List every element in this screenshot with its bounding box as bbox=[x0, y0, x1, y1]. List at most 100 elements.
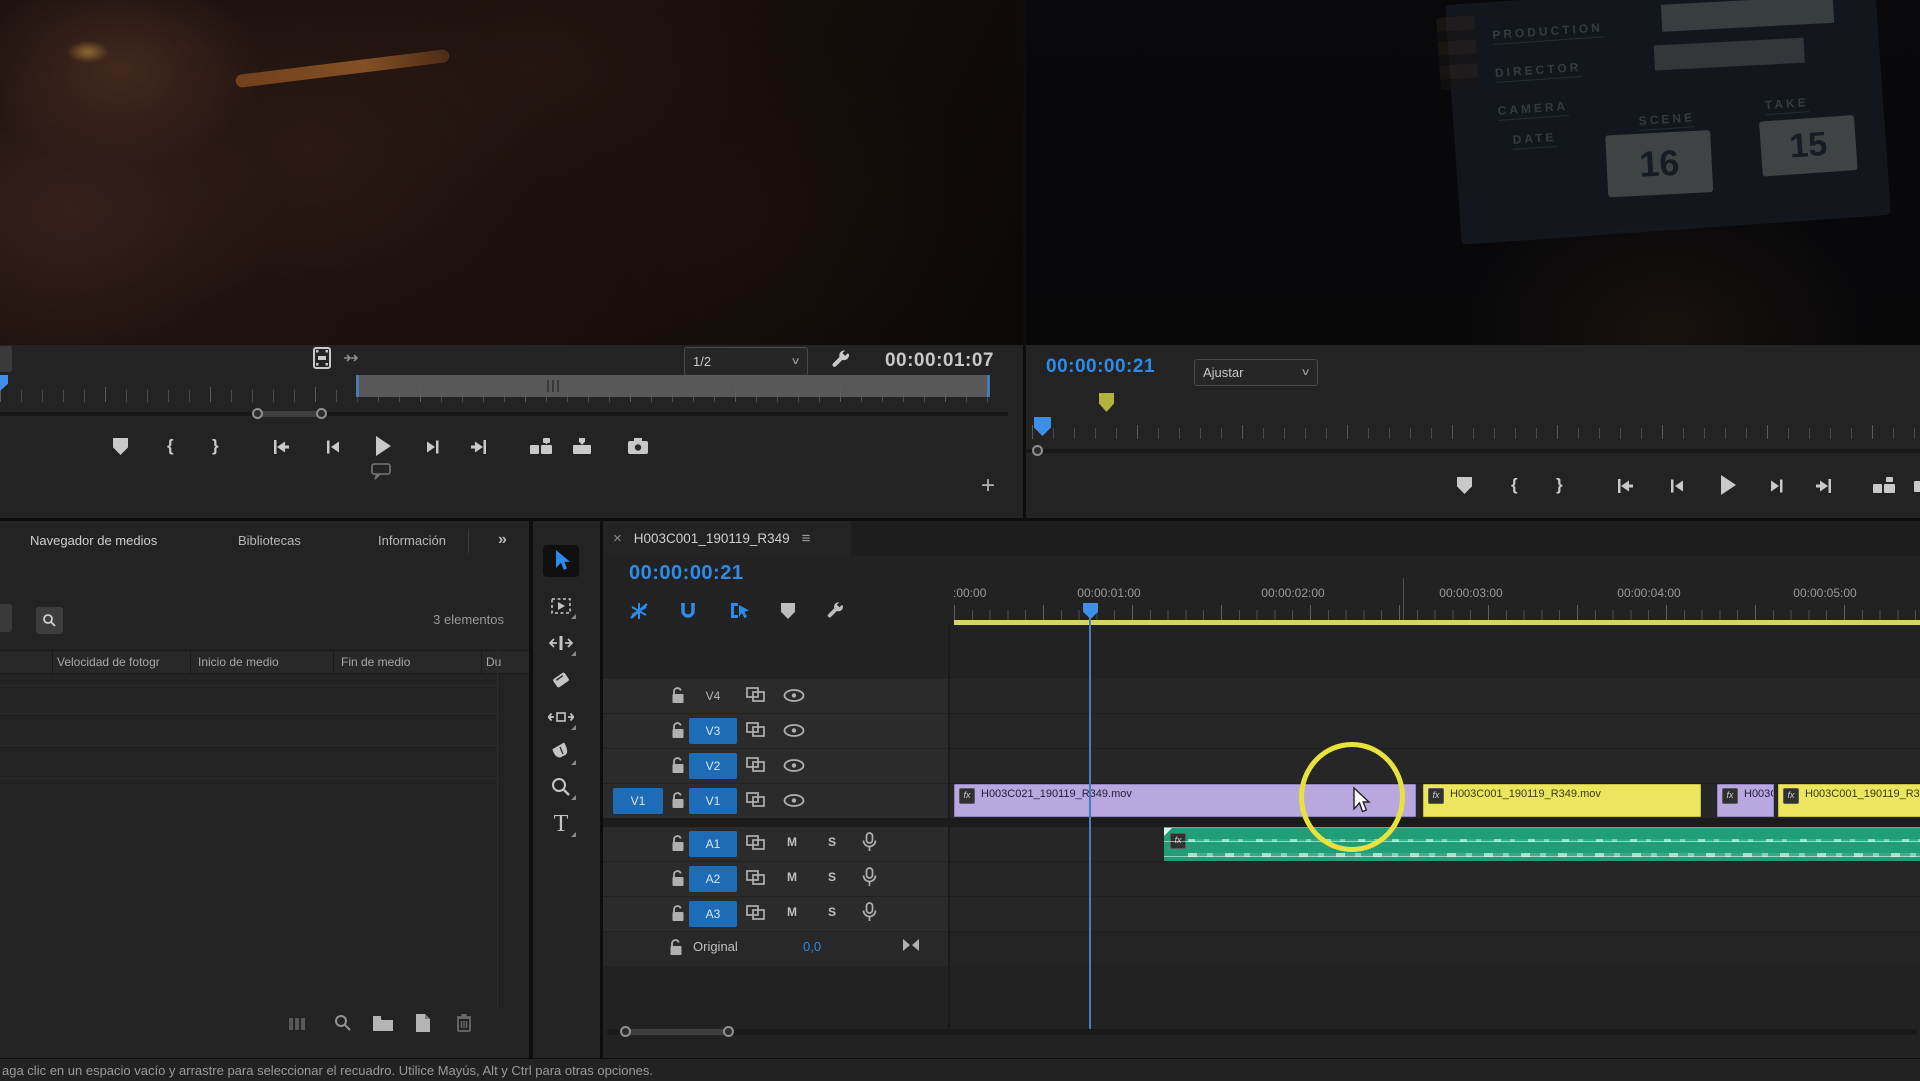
drag-audio-icon[interactable] bbox=[342, 350, 362, 366]
clip-v1-3[interactable]: fx H003C001_190119_R349.mov bbox=[1717, 784, 1774, 817]
source-scrollbar-track[interactable] bbox=[0, 412, 1008, 416]
partial-button[interactable] bbox=[0, 604, 12, 632]
sync-lock-icon[interactable] bbox=[746, 905, 766, 920]
mark-out-icon[interactable]: } bbox=[212, 436, 219, 456]
solo-button-a1[interactable]: S bbox=[828, 835, 836, 849]
new-bin-icon[interactable] bbox=[372, 1015, 394, 1032]
trash-icon[interactable] bbox=[456, 1013, 472, 1032]
find-button[interactable] bbox=[36, 607, 63, 634]
timeline-ruler[interactable]: :00:00 00:00:01:00 00:00:02:00 00:00:03:… bbox=[949, 578, 1920, 625]
sync-lock-icon[interactable] bbox=[746, 792, 766, 807]
sync-lock-icon[interactable] bbox=[746, 722, 766, 737]
tool-ripple-edit[interactable] bbox=[543, 628, 579, 658]
track-button-v2[interactable]: V2 bbox=[689, 753, 737, 779]
track-button-v4[interactable]: V4 bbox=[689, 683, 737, 709]
settings-wrench-icon[interactable] bbox=[830, 349, 852, 371]
marker-icon[interactable] bbox=[1457, 477, 1472, 494]
tab-navegador-de-medios[interactable]: Navegador de medios bbox=[30, 533, 157, 548]
av-divider[interactable] bbox=[603, 818, 1920, 827]
track-lane-a3[interactable] bbox=[949, 897, 1920, 932]
play-icon[interactable] bbox=[372, 434, 394, 458]
track-button-v1[interactable]: V1 bbox=[689, 788, 737, 814]
track-button-v3[interactable]: V3 bbox=[689, 718, 737, 744]
mute-button-a3[interactable]: M bbox=[787, 905, 797, 919]
step-back-icon[interactable] bbox=[1667, 477, 1687, 495]
eye-icon[interactable] bbox=[783, 759, 805, 772]
mark-out-icon[interactable]: } bbox=[1556, 475, 1563, 495]
program-zoom-select[interactable]: Ajustar ∨ bbox=[1194, 359, 1318, 386]
export-frame-icon[interactable] bbox=[626, 436, 650, 456]
timeline-scrollbar-right-knob[interactable] bbox=[723, 1026, 734, 1037]
timeline-scrollbar-left-knob[interactable] bbox=[620, 1026, 631, 1037]
source-scrollbar-segment[interactable] bbox=[258, 411, 322, 417]
sequence-marker[interactable] bbox=[1099, 393, 1114, 412]
track-button-a2[interactable]: A2 bbox=[689, 866, 737, 892]
sync-lock-icon[interactable] bbox=[746, 687, 766, 702]
drag-video-icon[interactable] bbox=[311, 346, 333, 370]
mark-in-icon[interactable]: { bbox=[1511, 475, 1518, 495]
go-to-in-icon[interactable] bbox=[1614, 477, 1636, 495]
lock-icon[interactable] bbox=[671, 905, 685, 922]
solo-button-a2[interactable]: S bbox=[828, 870, 836, 884]
step-back-icon[interactable] bbox=[323, 438, 343, 456]
sync-lock-icon[interactable] bbox=[746, 835, 766, 850]
lock-icon[interactable] bbox=[669, 939, 683, 956]
program-scrollbar-knob[interactable] bbox=[1032, 445, 1043, 456]
export-frame-icon[interactable] bbox=[1871, 475, 1897, 495]
nest-toggle-icon[interactable] bbox=[629, 601, 649, 621]
eye-icon[interactable] bbox=[783, 724, 805, 737]
lock-icon[interactable] bbox=[671, 792, 685, 809]
program-scrollbar-track[interactable] bbox=[1026, 449, 1920, 453]
clip-v1-2[interactable]: fx H003C001_190119_R349.mov bbox=[1423, 784, 1701, 817]
comment-icon[interactable] bbox=[370, 462, 392, 480]
eye-icon[interactable] bbox=[783, 794, 805, 807]
tool-track-select[interactable] bbox=[543, 591, 579, 621]
more-tabs-icon[interactable]: » bbox=[498, 531, 507, 549]
mark-in-icon[interactable]: { bbox=[167, 436, 174, 456]
track-button-a3[interactable]: A3 bbox=[689, 901, 737, 927]
source-scrollbar-left-knob[interactable] bbox=[252, 408, 263, 419]
play-icon[interactable] bbox=[1717, 473, 1739, 497]
source-zoom-select[interactable]: 1/2 ∨ bbox=[684, 347, 808, 376]
source-scrollbar-right-knob[interactable] bbox=[316, 408, 327, 419]
marker-icon[interactable] bbox=[113, 438, 128, 455]
marker-icon[interactable] bbox=[781, 603, 795, 619]
mute-button-a2[interactable]: M bbox=[787, 870, 797, 884]
close-icon[interactable]: × bbox=[613, 530, 622, 547]
timeline-scrollbar-segment[interactable] bbox=[626, 1029, 729, 1035]
tool-zoom[interactable] bbox=[543, 772, 579, 802]
snap-magnet-icon[interactable] bbox=[679, 601, 697, 621]
go-to-out-icon[interactable] bbox=[468, 438, 490, 456]
lock-icon[interactable] bbox=[671, 687, 685, 704]
tab-bibliotecas[interactable]: Bibliotecas bbox=[238, 533, 301, 548]
sync-lock-icon[interactable] bbox=[746, 870, 766, 885]
insert-icon[interactable] bbox=[528, 436, 554, 456]
overwrite-icon[interactable] bbox=[570, 436, 594, 456]
timeline-tab[interactable]: × H003C001_190119_R349 ≡ bbox=[603, 521, 851, 556]
tool-selection[interactable] bbox=[543, 546, 579, 576]
lock-icon[interactable] bbox=[671, 757, 685, 774]
settings-wrench-icon[interactable] bbox=[825, 601, 846, 622]
playhead-line[interactable] bbox=[1089, 617, 1091, 1031]
panel-menu-icon[interactable]: ≡ bbox=[802, 530, 811, 547]
track-lane-v2[interactable] bbox=[949, 749, 1920, 784]
list-view-icon[interactable] bbox=[288, 1016, 308, 1032]
tab-informacion[interactable]: Información bbox=[378, 533, 446, 548]
column-velocidad[interactable]: Velocidad de fotogr bbox=[57, 655, 187, 669]
tool-type[interactable]: T bbox=[543, 809, 579, 839]
lock-icon[interactable] bbox=[671, 870, 685, 887]
lock-icon[interactable] bbox=[671, 835, 685, 852]
track-lane-v3[interactable] bbox=[949, 714, 1920, 749]
linked-selection-icon[interactable] bbox=[729, 600, 751, 621]
column-inicio[interactable]: Inicio de medio bbox=[198, 655, 279, 669]
timeline-timecode[interactable]: 00:00:00:21 bbox=[629, 562, 743, 585]
new-item-icon[interactable] bbox=[414, 1013, 432, 1033]
sync-lock-icon[interactable] bbox=[746, 757, 766, 772]
mute-button-a1[interactable]: M bbox=[787, 835, 797, 849]
source-patch-v1[interactable]: V1 bbox=[613, 788, 663, 814]
source-in-out-bar[interactable] bbox=[356, 375, 990, 397]
tool-slip[interactable] bbox=[543, 702, 579, 732]
tool-razor[interactable] bbox=[543, 665, 579, 695]
sequence-tab-title[interactable]: H003C001_190119_R349 bbox=[634, 531, 790, 546]
master-track-value[interactable]: 0,0 bbox=[803, 939, 821, 954]
